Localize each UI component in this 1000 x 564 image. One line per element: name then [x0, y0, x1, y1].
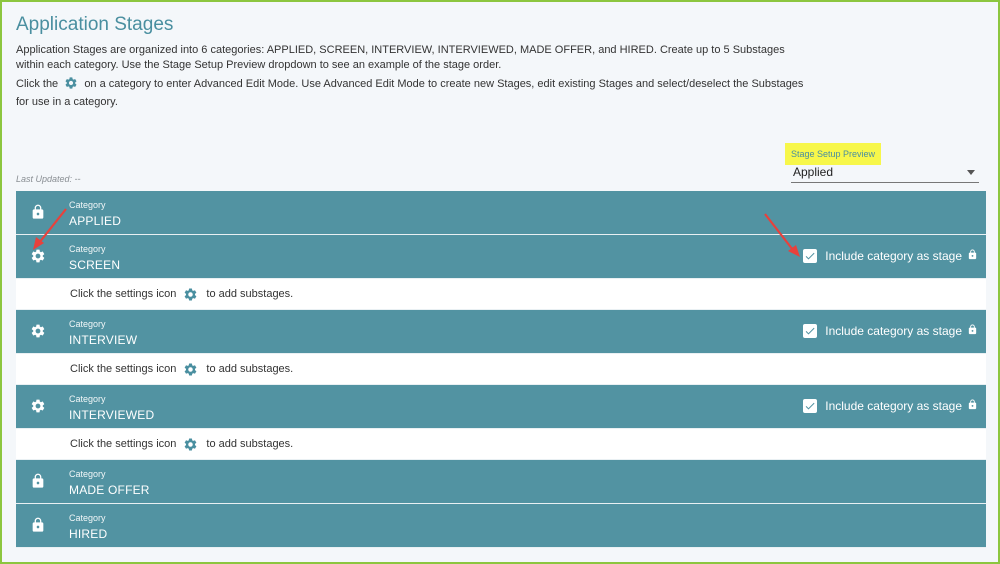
category-name: INTERVIEWED — [69, 408, 155, 422]
category-label: Category — [69, 244, 106, 254]
lock-icon — [967, 249, 978, 263]
stages-list: Category APPLIED Category SCREEN Include… — [16, 191, 986, 548]
lock-icon — [30, 204, 46, 220]
last-updated: Last Updated: -- — [16, 174, 81, 184]
lock-icon — [30, 517, 46, 533]
gear-icon[interactable] — [30, 323, 46, 339]
include-label: Include category as stage — [825, 249, 962, 263]
gear-icon[interactable] — [30, 398, 46, 414]
preview-selected-value: Applied — [793, 164, 834, 179]
substage-hint-pre: Click the settings icon — [70, 438, 177, 450]
category-row-interview: Category INTERVIEW Include category as s… — [16, 310, 986, 354]
instructions-pre: Click the — [16, 78, 59, 90]
category-row-screen: Category SCREEN Include category as stag… — [16, 235, 986, 279]
gear-icon — [64, 76, 78, 95]
category-row-applied: Category APPLIED — [16, 191, 986, 235]
chevron-down-icon — [967, 170, 975, 175]
lock-icon — [967, 399, 978, 413]
category-label: Category — [69, 200, 106, 210]
include-checkbox[interactable] — [803, 399, 818, 413]
category-name: SCREEN — [69, 258, 121, 272]
substage-hint-post: to add substages. — [206, 438, 294, 450]
include-checkbox[interactable] — [803, 249, 818, 263]
include-label: Include category as stage — [825, 324, 962, 338]
substage-hint-row: Click the settings icon to add substages… — [16, 279, 986, 310]
gear-icon[interactable] — [183, 437, 198, 452]
substage-hint-post: to add substages. — [206, 363, 294, 375]
category-row-made-offer: Category MADE OFFER — [16, 460, 986, 504]
stage-setup-preview-select[interactable]: Applied — [791, 161, 979, 183]
category-label: Category — [69, 319, 106, 329]
include-checkbox[interactable] — [803, 324, 818, 338]
include-category-toggle[interactable]: Include category as stage — [803, 249, 978, 263]
substage-hint-row: Click the settings icon to add substages… — [16, 429, 986, 460]
page-frame: Application Stages Application Stages ar… — [0, 0, 1000, 564]
substage-hint-pre: Click the settings icon — [70, 363, 177, 375]
include-category-toggle[interactable]: Include category as stage — [803, 399, 978, 413]
gear-icon[interactable] — [30, 248, 46, 264]
category-row-hired: Category HIRED — [16, 504, 986, 548]
include-category-toggle[interactable]: Include category as stage — [803, 324, 978, 338]
category-label: Category — [69, 469, 106, 479]
category-name: MADE OFFER — [69, 483, 150, 497]
lock-icon — [30, 473, 46, 489]
category-name: HIRED — [69, 527, 108, 541]
category-label: Category — [69, 394, 106, 404]
instructions-post: on a category to enter Advanced Edit Mod… — [16, 78, 804, 108]
category-name: APPLIED — [69, 214, 122, 228]
category-row-interviewed: Category INTERVIEWED Include category as… — [16, 385, 986, 429]
advanced-edit-instructions: Click the on a category to enter Advance… — [16, 76, 806, 109]
include-label: Include category as stage — [825, 399, 962, 413]
description-text: Application Stages are organized into 6 … — [16, 44, 785, 71]
gear-icon[interactable] — [183, 362, 198, 377]
substage-hint-row: Click the settings icon to add substages… — [16, 354, 986, 385]
lock-icon — [967, 324, 978, 338]
category-name: INTERVIEW — [69, 333, 138, 347]
substage-hint-pre: Click the settings icon — [70, 288, 177, 300]
gear-icon[interactable] — [183, 287, 198, 302]
category-label: Category — [69, 513, 106, 523]
page-title: Application Stages — [16, 14, 174, 35]
substage-hint-post: to add substages. — [206, 288, 294, 300]
